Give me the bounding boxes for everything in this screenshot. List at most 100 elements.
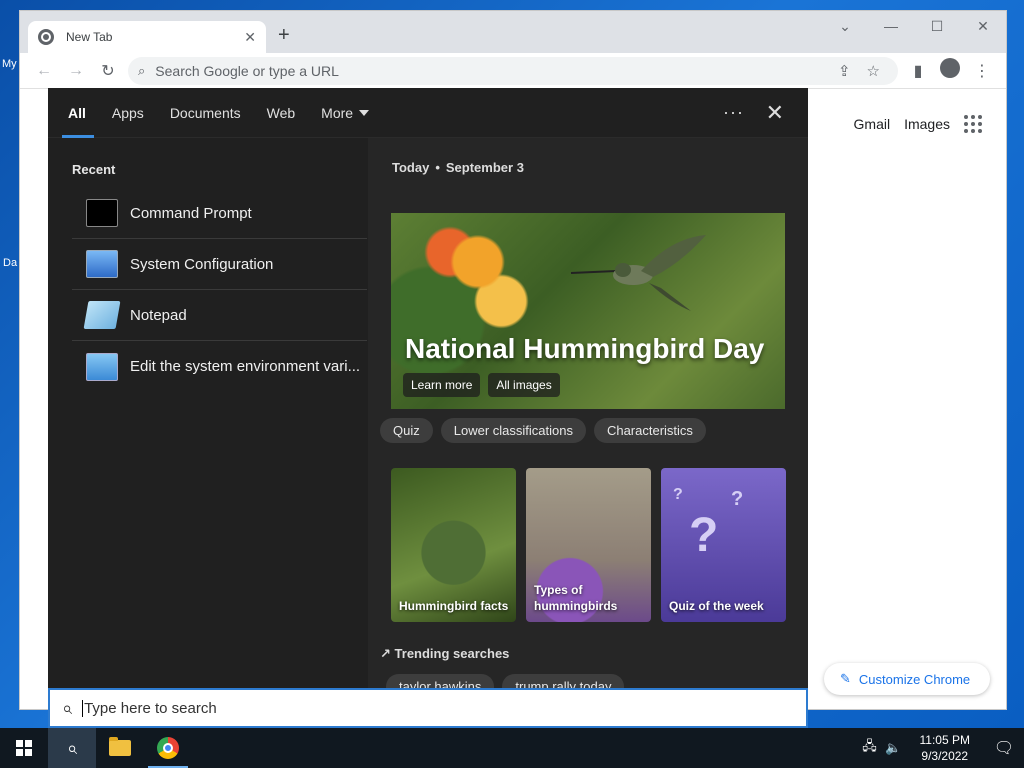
question-mark-icon: ? (673, 486, 683, 503)
trending-title: ↗ Trending searches (380, 646, 509, 662)
close-tab-icon[interactable]: ✕ (244, 29, 256, 46)
clock-time: 11:05 PM (919, 733, 970, 747)
search-scope-tabs: All Apps Documents Web More ··· ✕ (48, 88, 808, 138)
tab-web[interactable]: Web (267, 88, 296, 138)
recent-list: Command Prompt System Configuration Note… (72, 188, 367, 392)
bookmark-star-icon[interactable]: ☆ (867, 62, 880, 80)
clock-date: 9/3/2022 (921, 749, 969, 763)
clock[interactable]: 11:05 PM 9/3/2022 (906, 732, 984, 764)
windows-search-panel: All Apps Documents Web More ··· ✕ Recent… (48, 88, 808, 688)
pencil-icon: ✎ (840, 671, 851, 686)
file-explorer-button[interactable] (96, 728, 144, 768)
trending-chips: taylor hawkins trump rally today (386, 674, 625, 688)
start-button[interactable] (0, 728, 48, 768)
tab-search-icon[interactable]: ⌄ (822, 11, 868, 41)
images-link[interactable]: Images (904, 116, 950, 132)
window-controls: ⌄ — ☐ ✕ (822, 11, 1006, 41)
card-types-of-hummingbirds[interactable]: Types of hummingbirds (526, 468, 651, 622)
recent-item-env-vars[interactable]: Edit the system environment vari... (72, 341, 367, 392)
question-mark-icon: ? (731, 488, 744, 510)
card-hummingbird-facts[interactable]: Hummingbird facts (391, 468, 516, 622)
close-window-button[interactable]: ✕ (960, 11, 1006, 41)
browser-toolbar: ← → ↻ ⌕ Search Google or type a URL ⇪ ☆ … (20, 53, 1006, 89)
search-input[interactable]: Type here to search (82, 699, 217, 717)
taskbar-search-box[interactable]: ⌕ Type here to search (48, 688, 808, 728)
today-label: Today (392, 160, 430, 175)
network-icon[interactable]: 🖧 (858, 737, 882, 759)
notepad-icon (83, 301, 121, 329)
customize-chrome-button[interactable]: ✎ Customize Chrome (824, 663, 990, 695)
browser-tab[interactable]: New Tab ✕ (28, 21, 266, 53)
maximize-button[interactable]: ☐ (914, 11, 960, 41)
trending-label: Trending searches (394, 646, 510, 661)
tab-documents[interactable]: Documents (170, 88, 241, 138)
recent-title: Recent (72, 162, 116, 177)
hero-card[interactable]: National Hummingbird Day Learn more All … (391, 213, 785, 409)
omnibox[interactable]: ⌕ Search Google or type a URL ⇪ ☆ (128, 56, 898, 85)
google-apps-icon[interactable] (964, 115, 982, 133)
chip-lower-classifications[interactable]: Lower classifications (440, 418, 586, 443)
date-label: September 3 (445, 160, 524, 175)
ntp-header-links: Gmail Images (854, 115, 982, 133)
tab-strip: New Tab ✕ + ⌄ — ☐ ✕ (20, 11, 1006, 53)
profile-button[interactable] (934, 58, 966, 83)
card-label: Hummingbird facts (399, 599, 509, 613)
reload-icon[interactable]: ↻ (92, 61, 124, 81)
question-mark-icon: ? (689, 509, 719, 562)
notification-icon[interactable]: 🗨 (984, 738, 1024, 758)
tab-apps[interactable]: Apps (112, 88, 144, 138)
recent-item-label: System Configuration (130, 255, 274, 273)
recent-item-label: Edit the system environment vari... (130, 358, 361, 375)
desktop-icon-label[interactable]: Da (3, 257, 17, 269)
search-button[interactable]: ⌕ (48, 728, 96, 768)
learn-more-button[interactable]: Learn more (403, 373, 481, 397)
trending-arrow-icon: ↗ (380, 646, 391, 661)
windows-logo-icon (16, 740, 32, 756)
forward-icon[interactable]: → (60, 62, 92, 80)
search-icon: ⌕ (66, 737, 78, 758)
topic-cards: Hummingbird facts Types of hummingbirds … (391, 468, 786, 622)
all-images-button[interactable]: All images (488, 373, 560, 397)
recent-item-label: Command Prompt (130, 204, 252, 222)
desktop-icon-label[interactable]: My (2, 58, 17, 70)
chrome-favicon-icon (38, 29, 54, 45)
tab-more[interactable]: More (321, 88, 370, 138)
card-label: Types of hummingbirds (534, 583, 618, 613)
chip-characteristics[interactable]: Characteristics (593, 418, 706, 443)
gmail-link[interactable]: Gmail (854, 116, 891, 132)
taskbar: ⌕ 🖧 🔈 11:05 PM 9/3/2022 🗨 (0, 728, 1024, 768)
card-quiz-of-the-week[interactable]: ? ? ? Quiz of the week (661, 468, 786, 622)
side-panel-icon[interactable]: ▮ (902, 61, 934, 81)
omnibox-input[interactable]: Search Google or type a URL (155, 63, 838, 79)
new-tab-button[interactable]: + (278, 24, 290, 47)
menu-kebab-icon[interactable]: ⋮ (966, 61, 998, 81)
search-icon: ⌕ (138, 62, 146, 78)
chevron-down-icon (359, 109, 370, 116)
system-tray: 🖧 🔈 11:05 PM 9/3/2022 🗨 (858, 728, 1024, 768)
volume-icon[interactable]: 🔈 (882, 740, 906, 756)
share-icon[interactable]: ⇪ (838, 62, 851, 80)
tab-more-label: More (321, 104, 354, 121)
hero-title: National Hummingbird Day (405, 333, 765, 364)
topic-chips: Quiz Lower classifications Characteristi… (380, 418, 706, 443)
trending-chip[interactable]: taylor hawkins (386, 674, 495, 688)
customize-label: Customize Chrome (858, 671, 971, 687)
tab-all[interactable]: All (62, 88, 94, 138)
chrome-taskbar-button[interactable] (144, 728, 192, 768)
profile-avatar-icon (940, 58, 960, 78)
recent-item-notepad[interactable]: Notepad (72, 290, 367, 341)
minimize-button[interactable]: — (868, 11, 914, 41)
card-label: Quiz of the week (669, 599, 764, 613)
recent-item-label: Notepad (130, 306, 187, 324)
recent-item-command-prompt[interactable]: Command Prompt (72, 188, 367, 239)
today-date: Today • September 3 (392, 160, 524, 175)
back-icon[interactable]: ← (28, 62, 60, 80)
recent-item-system-configuration[interactable]: System Configuration (72, 239, 367, 290)
close-icon[interactable]: ✕ (766, 100, 784, 126)
command-prompt-icon (86, 199, 118, 227)
chip-quiz[interactable]: Quiz (380, 418, 433, 443)
system-configuration-icon (86, 250, 118, 278)
trending-chip[interactable]: trump rally today (502, 674, 625, 688)
more-options-icon[interactable]: ··· (723, 102, 744, 123)
recent-section: Recent Command Prompt System Configurati… (48, 138, 368, 688)
